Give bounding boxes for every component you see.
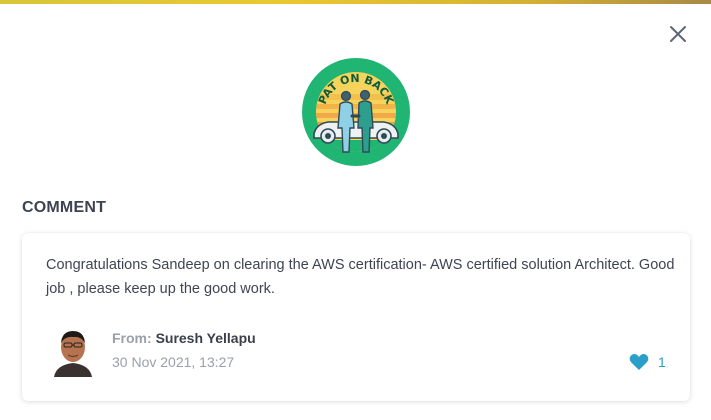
pat-on-back-badge: PAT ON BACK xyxy=(302,58,410,166)
pat-on-back-dialog: PAT ON BACK COMMENT Congratulations Sand… xyxy=(0,0,711,420)
comment-heading: COMMENT xyxy=(22,199,107,216)
from-label: From: xyxy=(112,330,152,346)
pat-on-back-badge-icon: PAT ON BACK xyxy=(302,58,410,166)
like-button[interactable]: 1 xyxy=(629,352,666,372)
avatar xyxy=(52,323,94,377)
comment-timestamp: 30 Nov 2021, 13:27 xyxy=(112,354,235,370)
top-accent-bar xyxy=(0,0,711,4)
heart-icon xyxy=(629,353,649,370)
comment-card: Congratulations Sandeep on clearing the … xyxy=(22,233,690,401)
like-count: 1 xyxy=(658,354,666,370)
close-button[interactable] xyxy=(666,22,690,46)
avatar-image xyxy=(52,323,94,377)
comment-text: Congratulations Sandeep on clearing the … xyxy=(46,257,675,297)
from-line: From: Suresh Yellapu xyxy=(112,330,256,346)
close-icon xyxy=(670,26,686,42)
author-name: Suresh Yellapu xyxy=(155,330,256,346)
